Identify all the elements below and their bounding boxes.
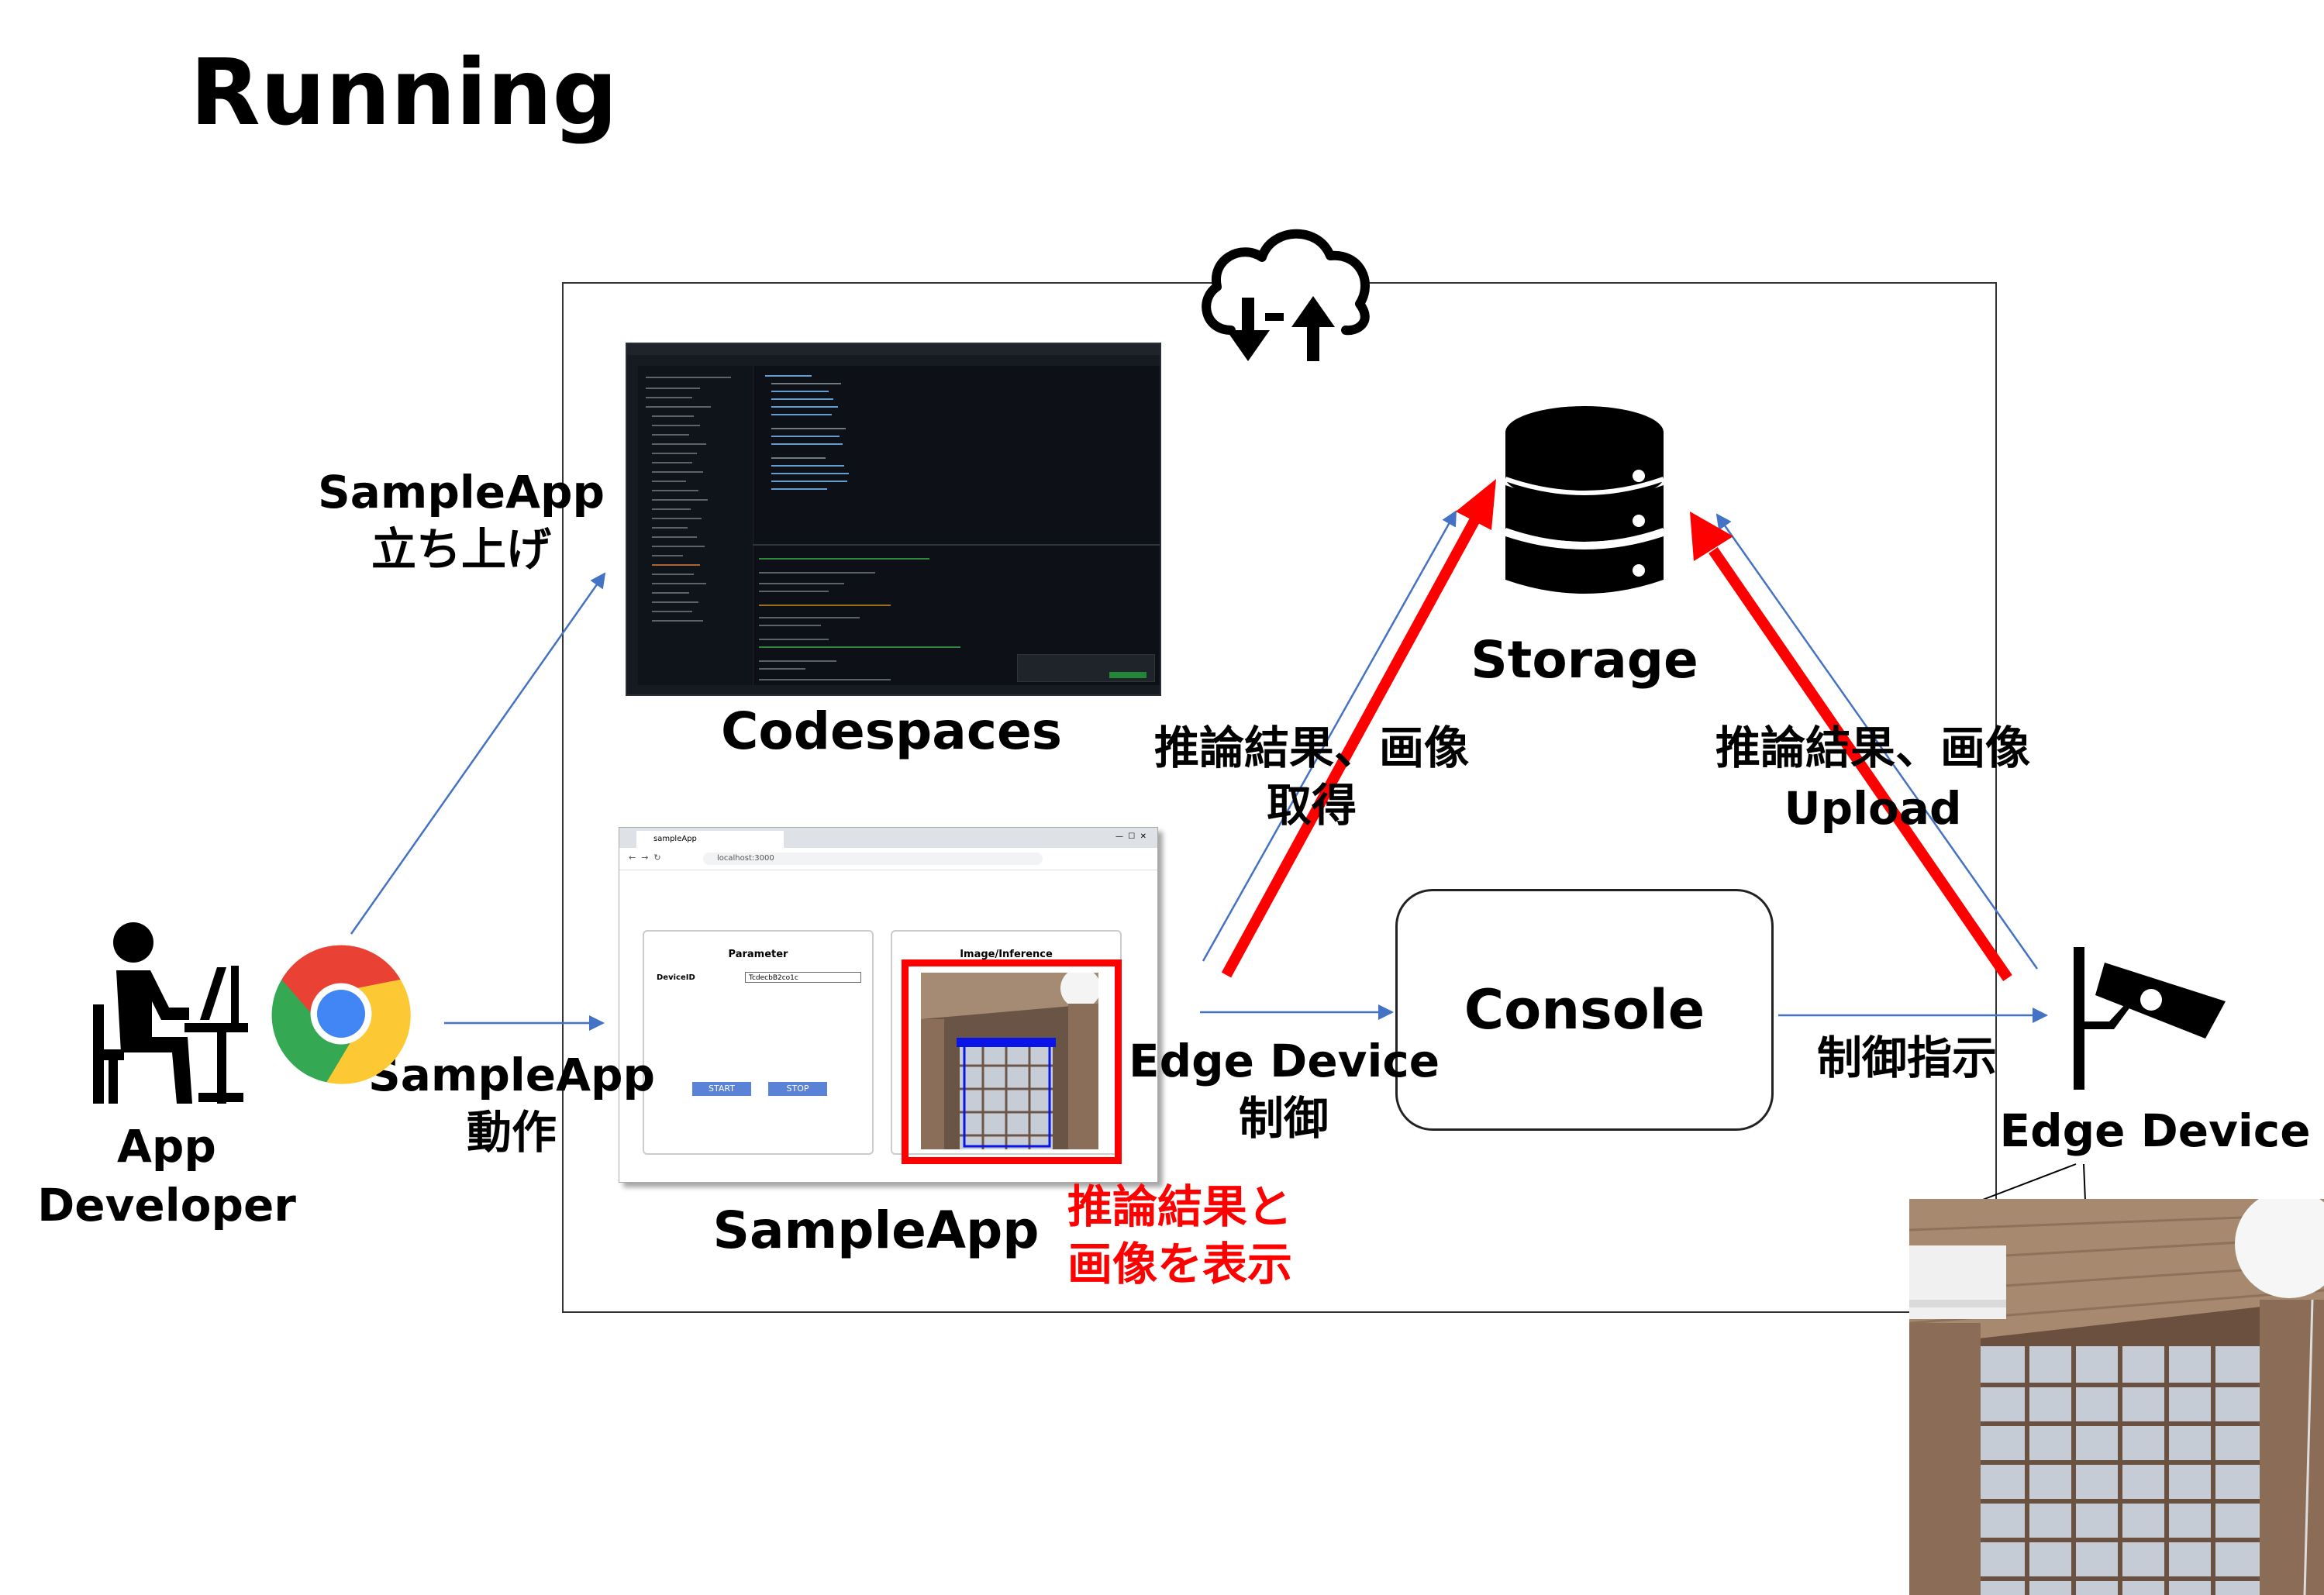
edge-device-image — [1909, 1199, 2324, 1595]
result-highlight — [902, 959, 1122, 1164]
developer-label-2: Developer — [37, 1179, 296, 1232]
developer-label-1: App — [117, 1120, 216, 1173]
sampleapp-label: SampleApp — [712, 1201, 1040, 1260]
storage-label: Storage — [1471, 630, 1698, 690]
image-heading: Image/Inference — [960, 949, 1053, 960]
nav-icons[interactable]: ← → ↻ — [629, 853, 661, 863]
codespaces-screenshot — [626, 343, 1161, 696]
callout-left — [1980, 1163, 2077, 1201]
launch-label-1: SampleApp — [317, 466, 605, 518]
upload-label-2: Upload — [1784, 782, 1962, 835]
codespaces-label: Codespaces — [720, 701, 1063, 761]
chrome-icon — [271, 945, 411, 1084]
window-controls: — ☐ ✕ — [1115, 832, 1146, 841]
stop-button[interactable]: STOP — [768, 1082, 827, 1096]
operate-label-2: 動作 — [466, 1106, 557, 1159]
control-instruction-label: 制御指示 — [1816, 1032, 1997, 1084]
display-label-1: 推論結果と — [1067, 1180, 1292, 1233]
device-id-label: DeviceID — [657, 973, 695, 982]
database-icon — [1505, 406, 1664, 594]
edge-control-label-2: 制御 — [1238, 1092, 1329, 1145]
display-label-2: 画像を表示 — [1067, 1238, 1292, 1290]
upload-label-1: 推論結果、画像 — [1715, 722, 2030, 774]
start-button[interactable]: START — [692, 1082, 751, 1096]
edge-control-label-1: Edge Device — [1129, 1035, 1440, 1087]
device-id-select[interactable]: TcdecbB2co1c — [745, 972, 861, 983]
parameter-heading: Parameter — [728, 949, 788, 960]
callout-right — [2083, 1163, 2086, 1201]
browser-tab[interactable]: sampleApp — [636, 831, 784, 848]
get-label-1: 推論結果、画像 — [1153, 722, 1469, 774]
person-at-desk-icon — [93, 922, 248, 1104]
launch-label-2: 立ち上げ — [371, 523, 551, 576]
arrow-launch — [350, 572, 606, 935]
parameter-panel: Parameter DeviceID TcdecbB2co1c START ST… — [643, 930, 874, 1155]
surveillance-camera-icon — [2074, 947, 2226, 1090]
edge-device-label: Edge Device — [1999, 1104, 2311, 1157]
get-label-2: 取得 — [1266, 779, 1357, 832]
console-label: Console — [1464, 978, 1705, 1042]
address-bar[interactable]: localhost:3000 — [703, 853, 1043, 865]
